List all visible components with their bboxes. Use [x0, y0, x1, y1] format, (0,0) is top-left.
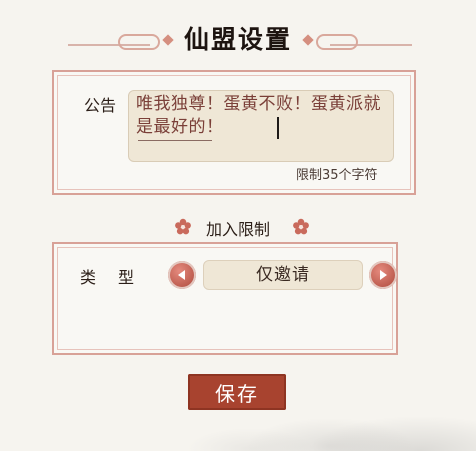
text-caret [277, 117, 279, 139]
join-limit-title: 加入限制 [205, 220, 270, 239]
save-button[interactable]: 保存 [188, 374, 286, 410]
join-limit-panel [52, 242, 398, 355]
previous-option-button[interactable] [168, 261, 196, 289]
type-value: 仅邀请 [203, 260, 363, 290]
notice-text[interactable]: 唯我独尊！蛋黄不败！蛋黄派就是最好的！ [136, 93, 390, 139]
notice-label: 公告 [84, 96, 117, 115]
arrow-left-icon [178, 270, 185, 280]
page-title: 仙盟设置 [183, 25, 292, 54]
plum-blossom-icon [293, 218, 309, 235]
text-underline [138, 140, 212, 141]
type-label: 类型 [80, 268, 157, 287]
arrow-right-icon [380, 270, 387, 280]
next-option-button[interactable] [369, 261, 397, 289]
character-limit-hint: 限制35个字符 [296, 168, 378, 183]
